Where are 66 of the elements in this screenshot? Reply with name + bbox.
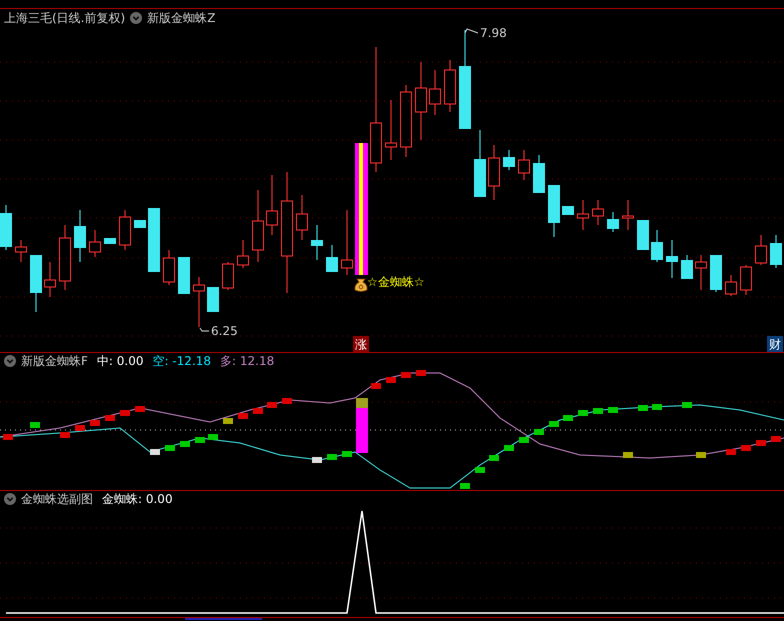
candlestick bbox=[222, 262, 234, 290]
candlestick bbox=[666, 240, 678, 278]
candlestick bbox=[681, 254, 693, 280]
candlestick bbox=[44, 262, 56, 298]
candlestick bbox=[444, 60, 456, 112]
indicator-value: 金蜘蛛: 0.00 bbox=[102, 490, 173, 508]
candlestick bbox=[326, 244, 338, 272]
candlestick bbox=[474, 130, 486, 198]
indicator-name: 金蜘蛛选副图 bbox=[21, 490, 93, 508]
candlestick bbox=[695, 254, 707, 290]
candlestick bbox=[74, 210, 86, 262]
candlestick bbox=[237, 240, 249, 268]
money-bag-icon bbox=[354, 278, 368, 292]
candlestick bbox=[15, 240, 27, 262]
candlestick bbox=[207, 286, 219, 312]
stock-title: 上海三毛(日线.前复权) bbox=[4, 10, 126, 26]
candlestick bbox=[429, 70, 441, 116]
candlestick bbox=[119, 210, 131, 250]
candlestick bbox=[607, 212, 619, 232]
signal-bar bbox=[356, 398, 368, 453]
candlestick bbox=[770, 234, 782, 268]
candlestick bbox=[622, 200, 634, 230]
indicator-value: 空: -12.18 bbox=[152, 352, 212, 370]
dropdown-icon[interactable] bbox=[4, 493, 16, 505]
candlestick bbox=[651, 230, 663, 262]
indicator-value: 多: 12.18 bbox=[220, 352, 274, 370]
candlestick bbox=[104, 238, 116, 244]
candlestick bbox=[518, 150, 530, 180]
candlestick bbox=[577, 200, 589, 230]
candlestick bbox=[533, 154, 545, 194]
leader-line bbox=[464, 28, 478, 34]
candlestick bbox=[548, 184, 560, 238]
candlestick bbox=[163, 250, 175, 286]
candlestick bbox=[311, 224, 323, 260]
candlestick bbox=[134, 220, 146, 228]
candlestick bbox=[488, 144, 500, 200]
dropdown-icon[interactable] bbox=[130, 12, 142, 24]
candlestick bbox=[755, 234, 767, 266]
leader-line bbox=[200, 328, 210, 332]
candlestick bbox=[148, 208, 160, 272]
chart-badge: 涨 bbox=[353, 336, 369, 352]
candlestick bbox=[296, 194, 308, 240]
low-price-label: 6.25 bbox=[211, 324, 238, 338]
high-price-label: 7.98 bbox=[480, 27, 507, 40]
candlestick bbox=[178, 256, 190, 294]
candlestick bbox=[266, 174, 278, 236]
dropdown-icon[interactable] bbox=[4, 355, 16, 367]
candlestick bbox=[59, 224, 71, 290]
indicator-name: 新版金蜘蛛F bbox=[21, 352, 88, 370]
candlestick bbox=[710, 254, 722, 292]
candlestick bbox=[341, 210, 353, 276]
indicator-value: 中: 0.00 bbox=[96, 352, 144, 370]
candlestick bbox=[89, 230, 101, 258]
signal-label: ☆金蜘蛛☆ bbox=[367, 275, 425, 289]
candlestick bbox=[385, 100, 397, 160]
candlestick bbox=[725, 274, 737, 296]
candlestick bbox=[193, 276, 205, 328]
indicator-name: 新版金蜘蛛Z bbox=[147, 10, 216, 26]
candlestick bbox=[562, 206, 574, 216]
candlestick bbox=[637, 220, 649, 250]
candlestick bbox=[592, 200, 604, 226]
candlestick bbox=[0, 204, 12, 250]
candlestick bbox=[30, 254, 42, 312]
candlestick bbox=[740, 264, 752, 296]
candlestick bbox=[503, 150, 515, 170]
chart-badge: 财 bbox=[767, 336, 783, 352]
